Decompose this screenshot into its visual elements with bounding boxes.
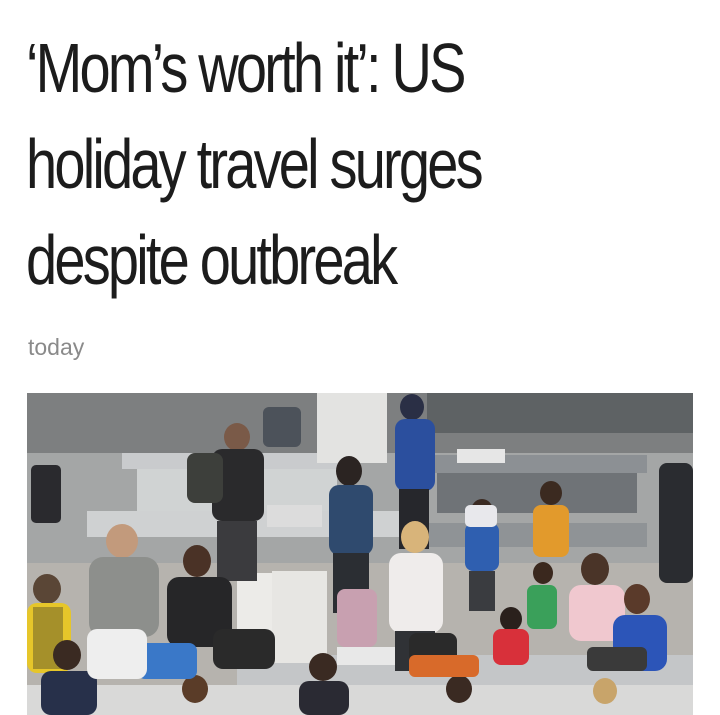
headline-line-3: despite outbreak [26,221,398,299]
article-dateline: today [28,334,85,360]
headline-line-1: ‘Mom’s worth it’: US [26,29,467,107]
article-photo[interactable] [27,393,693,715]
headline-line-2: holiday travel surges [26,125,484,203]
article-headline: ‘Mom’s worth it’: US holiday travel surg… [26,20,570,308]
photo-illustration [27,393,693,715]
